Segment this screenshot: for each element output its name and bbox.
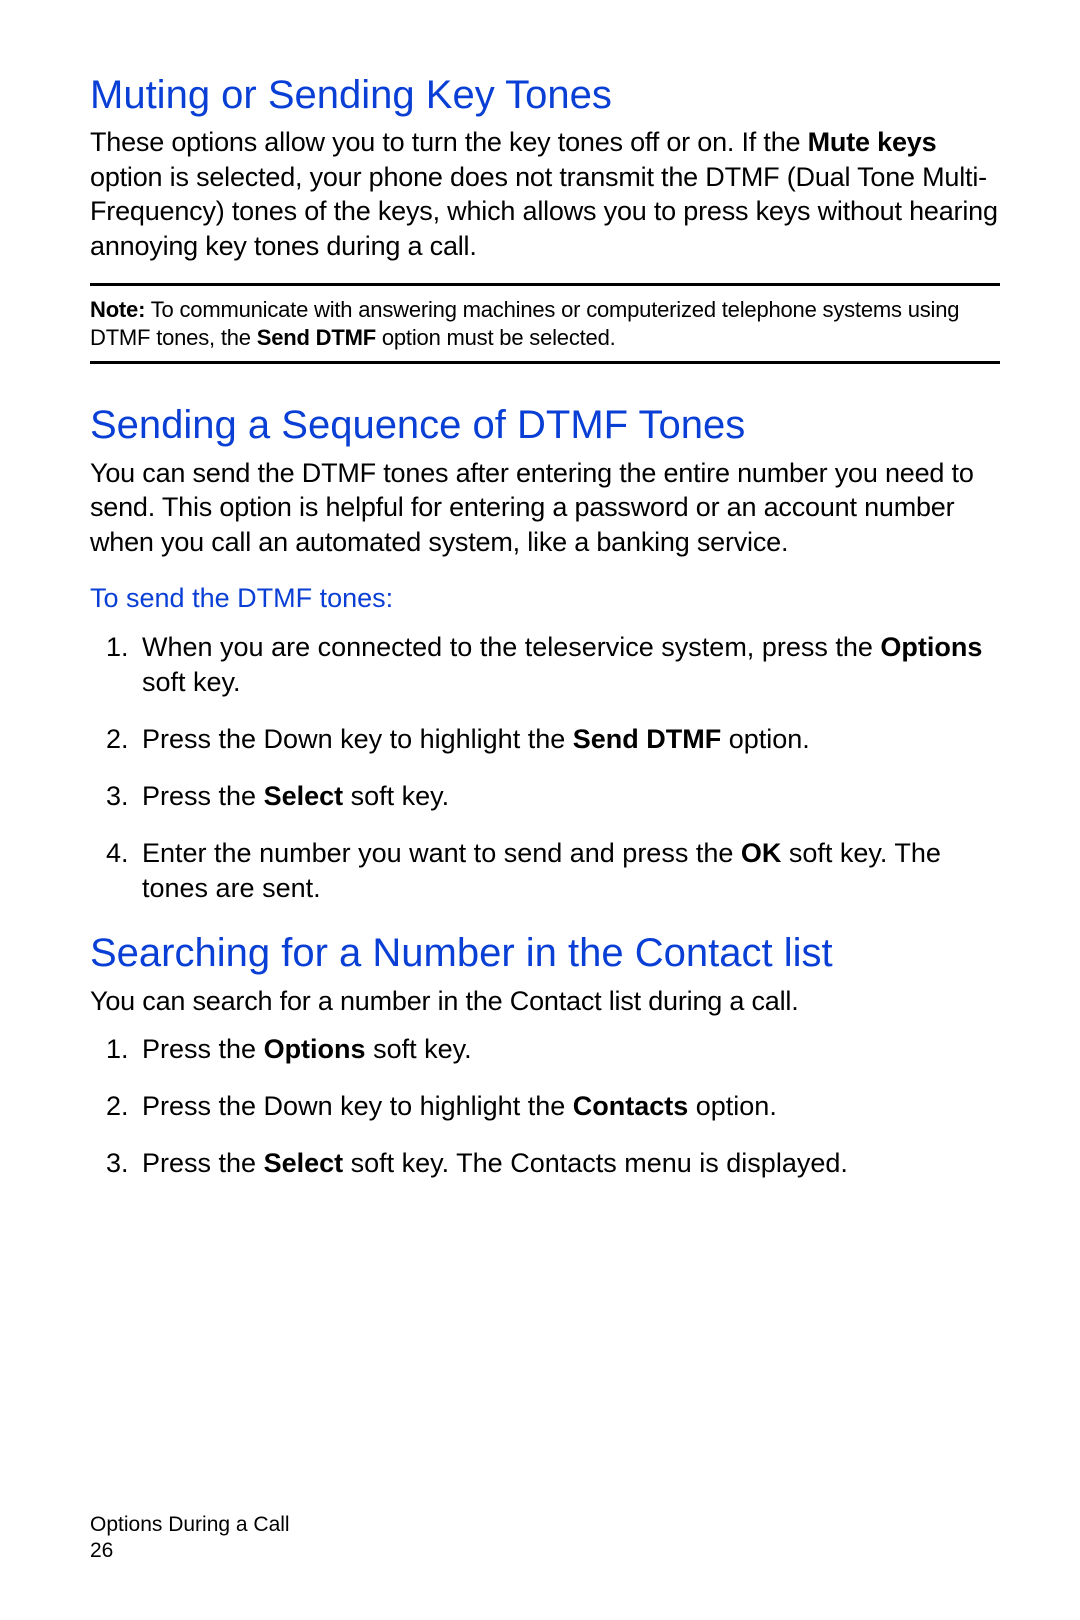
text: When you are connected to the teleservic… — [142, 632, 880, 662]
text: These options allow you to turn the key … — [90, 127, 808, 157]
bold-select: Select — [264, 781, 344, 811]
text: Press the — [142, 781, 264, 811]
list-item: Press the Select soft key. — [136, 779, 1000, 814]
text: option must be selected. — [376, 325, 616, 350]
text: option is selected, your phone does not … — [90, 162, 998, 261]
footer-page-number: 26 — [90, 1538, 290, 1564]
list-item: Enter the number you want to send and pr… — [136, 836, 1000, 906]
note-box: Note: To communicate with answering mach… — [90, 283, 1000, 364]
bold-options: Options — [880, 632, 982, 662]
text: soft key. The Contacts menu is displayed… — [343, 1148, 848, 1178]
bold-send-dtmf: Send DTMF — [573, 724, 722, 754]
list-item: Press the Down key to highlight the Send… — [136, 722, 1000, 757]
footer-section-name: Options During a Call — [90, 1512, 290, 1538]
text: Press the — [142, 1034, 264, 1064]
page-footer: Options During a Call 26 — [90, 1512, 290, 1565]
bold-contacts: Contacts — [573, 1091, 689, 1121]
bold-ok: OK — [741, 838, 782, 868]
subhead-to-send-dtmf: To send the DTMF tones: — [90, 581, 1000, 616]
list-item: Press the Options soft key. — [136, 1032, 1000, 1067]
note-label: Note: — [90, 297, 145, 322]
note-text: Note: To communicate with answering mach… — [90, 296, 1000, 351]
text: option. — [721, 724, 810, 754]
heading-searching-contact-list: Searching for a Number in the Contact li… — [90, 928, 1000, 979]
bold-send-dtmf: Send DTMF — [257, 325, 376, 350]
text: Press the Down key to highlight the — [142, 1091, 573, 1121]
text: option. — [688, 1091, 777, 1121]
text: Press the Down key to highlight the — [142, 724, 573, 754]
para-searching-contact-list: You can search for a number in the Conta… — [90, 984, 1000, 1019]
text: Press the — [142, 1148, 264, 1178]
steps-send-dtmf: When you are connected to the teleservic… — [90, 630, 1000, 907]
heading-sending-dtmf-sequence: Sending a Sequence of DTMF Tones — [90, 400, 1000, 451]
para-muting-key-tones: These options allow you to turn the key … — [90, 125, 1000, 263]
text: Enter the number you want to send and pr… — [142, 838, 741, 868]
bold-mute-keys: Mute keys — [808, 127, 937, 157]
list-item: When you are connected to the teleservic… — [136, 630, 1000, 700]
bold-options: Options — [264, 1034, 366, 1064]
list-item: Press the Select soft key. The Contacts … — [136, 1146, 1000, 1181]
text: soft key. — [142, 667, 241, 697]
steps-search-contact: Press the Options soft key. Press the Do… — [90, 1032, 1000, 1181]
para-sending-dtmf-sequence: You can send the DTMF tones after enteri… — [90, 456, 1000, 560]
heading-muting-key-tones: Muting or Sending Key Tones — [90, 70, 1000, 121]
text: soft key. — [366, 1034, 472, 1064]
text: soft key. — [343, 781, 449, 811]
bold-select: Select — [264, 1148, 344, 1178]
list-item: Press the Down key to highlight the Cont… — [136, 1089, 1000, 1124]
manual-page: Muting or Sending Key Tones These option… — [0, 0, 1080, 1620]
